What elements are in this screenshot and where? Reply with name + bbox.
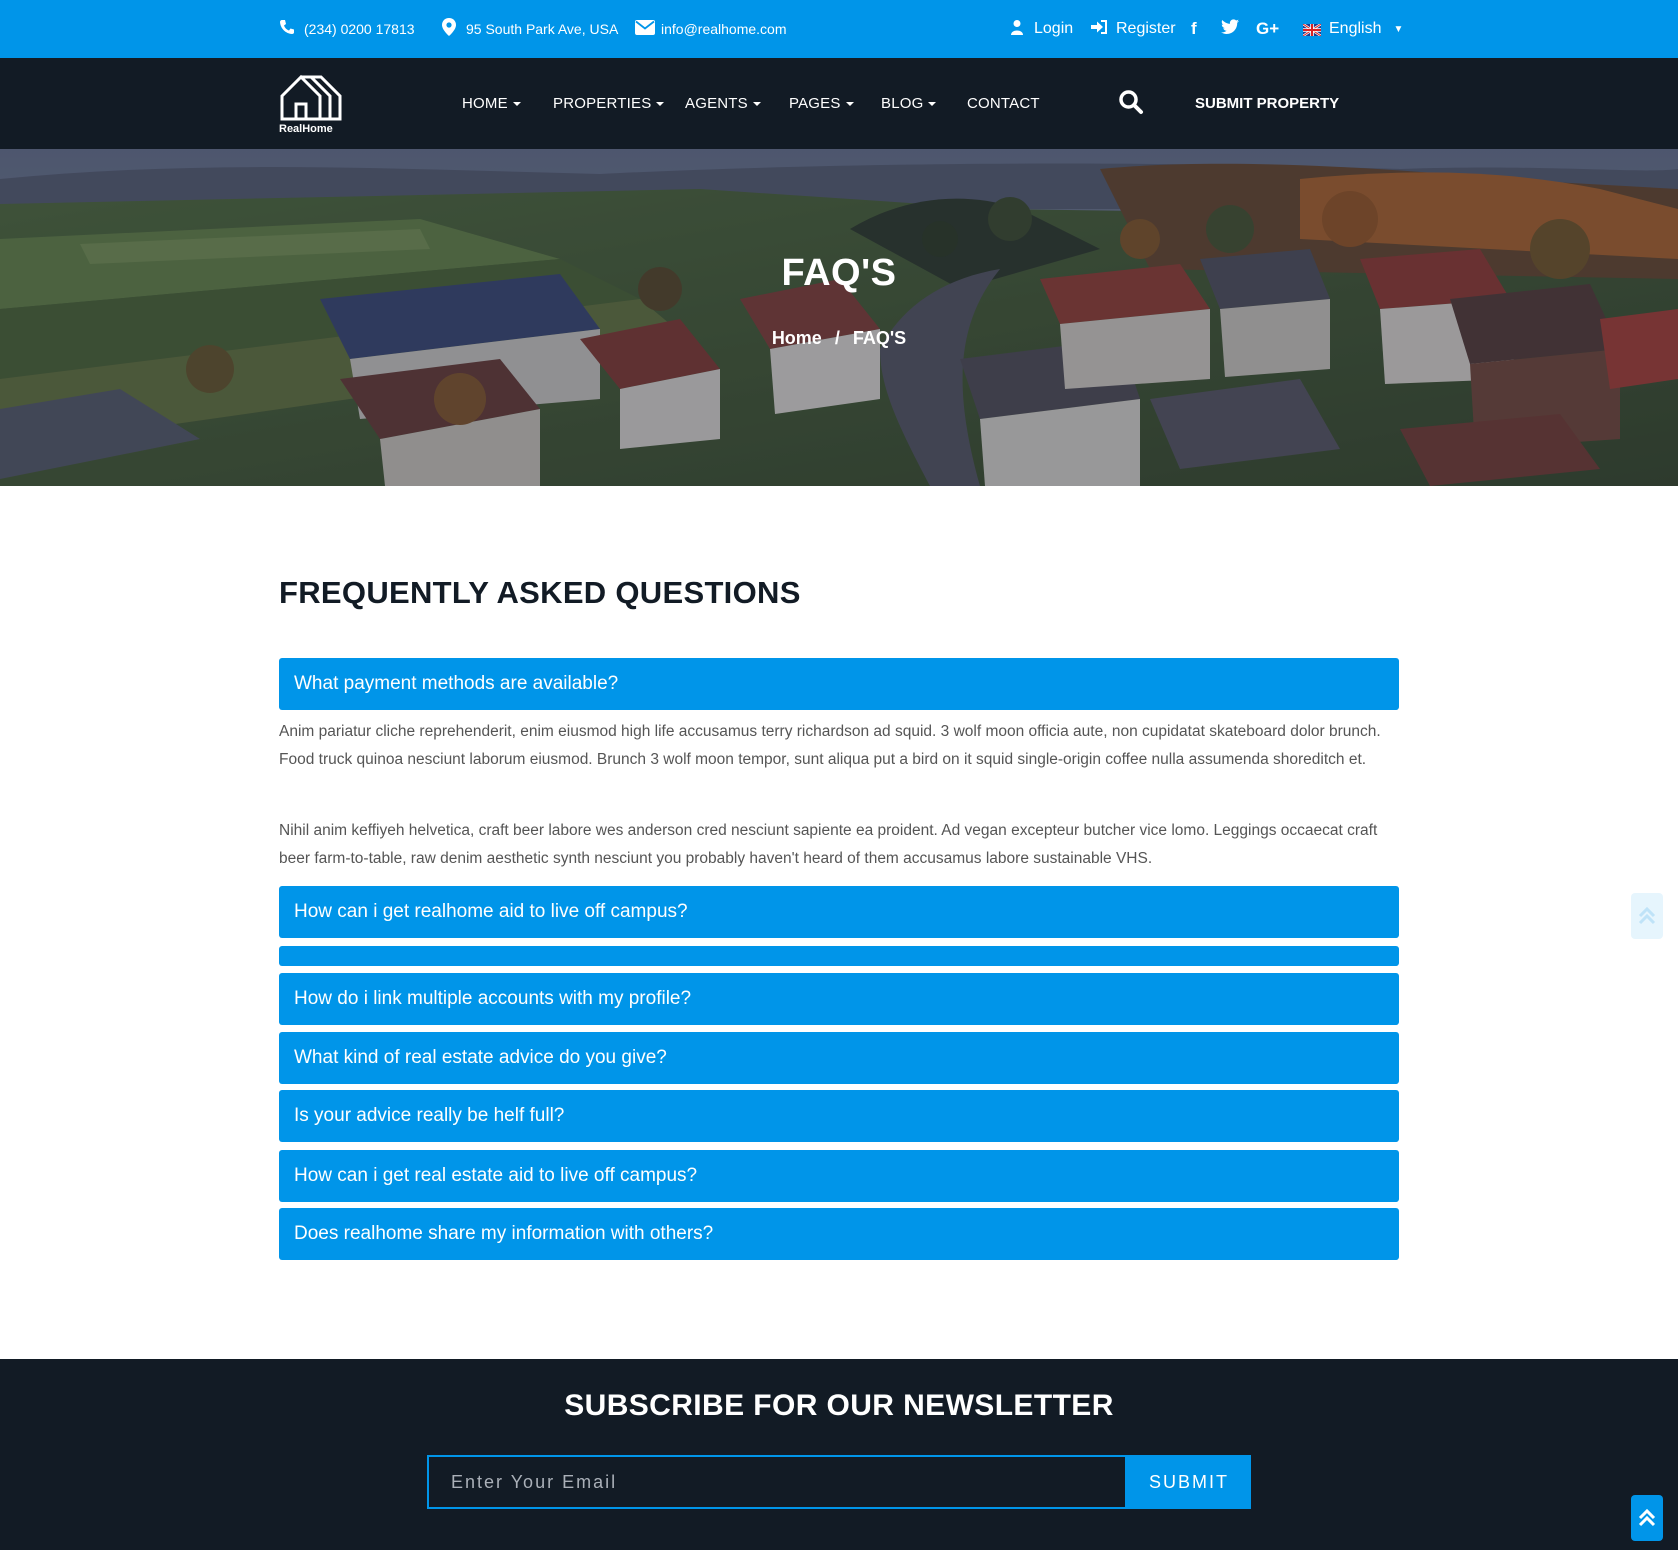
contact-email[interactable]: info@realhome.com bbox=[635, 0, 787, 58]
main-navbar: RealHome HOME PROPERTIES AGENTS PAGES BL… bbox=[0, 58, 1678, 149]
email-text: info@realhome.com bbox=[661, 21, 787, 37]
faq-question-6[interactable]: Is your advice really be helf full? bbox=[279, 1090, 1399, 1142]
faq-answer-paragraph-2: Nihil anim keffiyeh helvetica, craft bee… bbox=[279, 822, 1378, 867]
faq-question-2[interactable]: How can i get realhome aid to live off c… bbox=[279, 886, 1399, 938]
phone-icon bbox=[278, 19, 296, 39]
faq-question-label: Does realhome share my information with … bbox=[294, 1223, 714, 1244]
faq-question-label: What kind of real estate advice do you g… bbox=[294, 1047, 667, 1068]
caret-down-icon bbox=[512, 101, 521, 106]
chevron-double-up-icon bbox=[1638, 1508, 1656, 1527]
breadcrumb: Home / FAQ'S bbox=[0, 328, 1678, 349]
faq-question-1[interactable]: What payment methods are available? bbox=[279, 658, 1399, 710]
twitter-link[interactable] bbox=[1221, 0, 1239, 58]
scroll-to-top-button[interactable] bbox=[1631, 1495, 1663, 1541]
faq-answer-paragraph-1: Anim pariatur cliche reprehenderit, enim… bbox=[279, 723, 1381, 768]
uk-flag-icon bbox=[1302, 23, 1322, 37]
sign-in-icon bbox=[1090, 20, 1108, 38]
faq-question-label: Is your advice really be helf full? bbox=[294, 1105, 565, 1126]
faq-question-label: How can i get real estate aid to live of… bbox=[294, 1165, 698, 1186]
newsletter-section: SUBSCRIBE FOR OUR NEWSLETTER SUBMIT bbox=[0, 1359, 1678, 1550]
google-plus-link[interactable]: G+ bbox=[1256, 0, 1279, 58]
nav-properties[interactable]: PROPERTIES bbox=[553, 58, 665, 149]
language-select[interactable]: English ▼ bbox=[1302, 0, 1404, 58]
contact-phone: (234) 0200 17813 bbox=[278, 0, 415, 58]
brand-name: RealHome bbox=[279, 123, 333, 135]
breadcrumb-home-link[interactable]: Home bbox=[772, 328, 822, 348]
nav-properties-label: PROPERTIES bbox=[553, 95, 652, 112]
scroll-up-button-faded[interactable] bbox=[1631, 893, 1663, 939]
newsletter-submit-button[interactable]: SUBMIT bbox=[1127, 1455, 1251, 1509]
faq-question-7[interactable]: How can i get real estate aid to live of… bbox=[279, 1150, 1399, 1202]
faq-question-5[interactable]: What kind of real estate advice do you g… bbox=[279, 1032, 1399, 1084]
caret-down-icon bbox=[656, 101, 665, 106]
faq-question-8[interactable]: Does realhome share my information with … bbox=[279, 1208, 1399, 1260]
caret-down-icon bbox=[752, 101, 761, 106]
faq-question-label: What payment methods are available? bbox=[294, 673, 619, 694]
google-plus-icon: G+ bbox=[1256, 19, 1280, 38]
faq-question-3[interactable] bbox=[279, 946, 1399, 966]
faq-question-4[interactable]: How do i link multiple accounts with my … bbox=[279, 973, 1399, 1025]
facebook-icon: f bbox=[1191, 19, 1197, 38]
caret-down-icon bbox=[845, 101, 854, 106]
register-label: Register bbox=[1116, 20, 1176, 37]
address-text: 95 South Park Ave, USA bbox=[466, 21, 619, 37]
facebook-link[interactable]: f bbox=[1191, 0, 1197, 58]
nav-home-label: HOME bbox=[462, 95, 508, 112]
submit-property-button[interactable]: SUBMIT PROPERTY bbox=[1195, 58, 1339, 149]
nav-pages-label: PAGES bbox=[789, 95, 841, 112]
envelope-icon bbox=[635, 19, 655, 39]
nav-agents-label: AGENTS bbox=[685, 95, 748, 112]
register-link[interactable]: Register bbox=[1090, 0, 1176, 58]
twitter-icon bbox=[1221, 19, 1239, 39]
breadcrumb-separator: / bbox=[834, 328, 840, 348]
nav-blog[interactable]: BLOG bbox=[881, 58, 937, 149]
page-hero: FAQ'S Home / FAQ'S bbox=[0, 149, 1678, 486]
top-bar: (234) 0200 17813 95 South Park Ave, USA … bbox=[0, 0, 1678, 58]
nav-contact-label: CONTACT bbox=[967, 95, 1040, 112]
nav-blog-label: BLOG bbox=[881, 95, 924, 112]
chevron-double-up-icon bbox=[1638, 906, 1656, 925]
newsletter-title: SUBSCRIBE FOR OUR NEWSLETTER bbox=[564, 1389, 1114, 1422]
house-logo-icon bbox=[280, 74, 342, 121]
caret-down-icon bbox=[928, 101, 937, 106]
login-label: Login bbox=[1034, 20, 1074, 37]
phone-text: (234) 0200 17813 bbox=[304, 21, 415, 37]
search-button[interactable] bbox=[1118, 89, 1146, 117]
nav-home[interactable]: HOME bbox=[462, 58, 521, 149]
chevron-down-icon: ▼ bbox=[1393, 23, 1404, 35]
search-icon bbox=[1119, 90, 1143, 114]
language-label: English bbox=[1329, 20, 1382, 37]
nav-contact[interactable]: CONTACT bbox=[967, 58, 1040, 149]
faq-question-label: How do i link multiple accounts with my … bbox=[294, 988, 692, 1009]
newsletter-email-input[interactable] bbox=[427, 1455, 1127, 1509]
map-marker-icon bbox=[440, 18, 458, 40]
nav-pages[interactable]: PAGES bbox=[789, 58, 854, 149]
faq-question-label: How can i get realhome aid to live off c… bbox=[294, 901, 688, 922]
login-link[interactable]: Login bbox=[1008, 0, 1073, 58]
page-title: FAQ'S bbox=[781, 252, 897, 294]
breadcrumb-current: FAQ'S bbox=[852, 328, 907, 348]
nav-agents[interactable]: AGENTS bbox=[685, 58, 761, 149]
user-icon bbox=[1008, 19, 1026, 39]
contact-address: 95 South Park Ave, USA bbox=[440, 0, 618, 58]
faq-heading: FREQUENTLY ASKED QUESTIONS bbox=[279, 575, 801, 610]
village-landscape-image bbox=[0, 149, 1678, 486]
